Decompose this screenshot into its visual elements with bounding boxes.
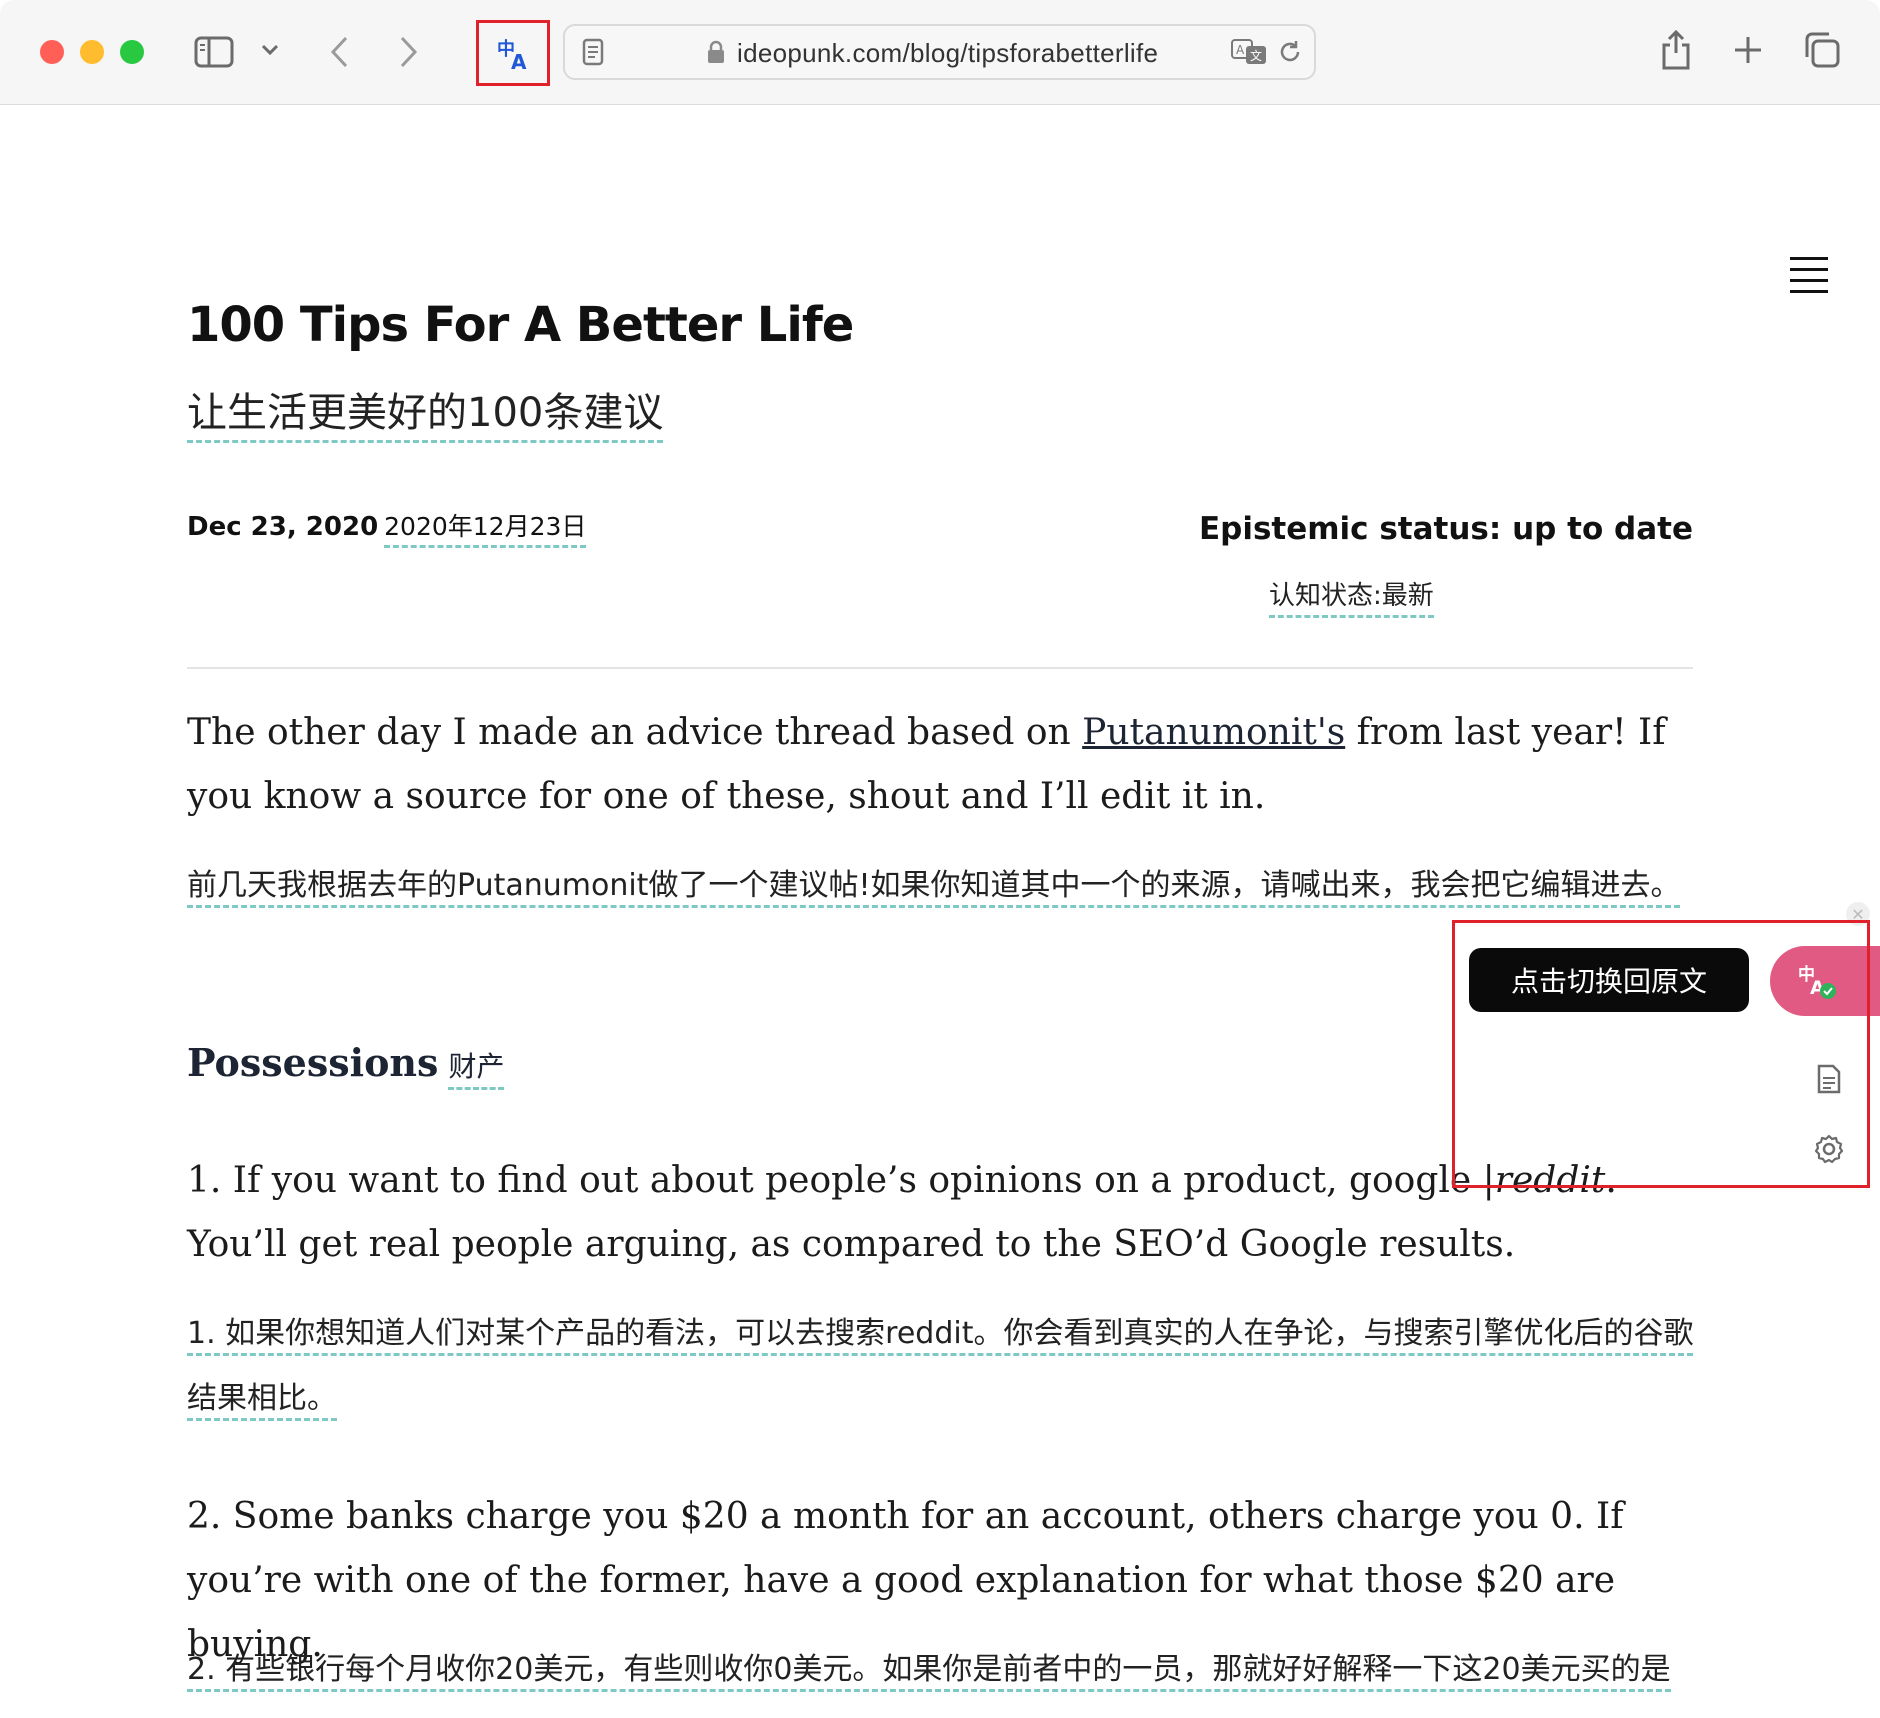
new-tab-icon[interactable] <box>1730 32 1766 68</box>
section-heading-possessions: Possessions 财产 <box>187 1040 505 1090</box>
back-arrow-icon[interactable] <box>324 32 354 72</box>
address-bar[interactable]: ideopunk.com/blog/tipsforabetterlife A文 <box>563 24 1316 80</box>
url-text[interactable]: ideopunk.com/blog/tipsforabetterlife <box>737 38 1158 69</box>
post-date: Dec 23, 2020 2020年12月23日 <box>187 507 587 548</box>
minimize-window-button[interactable] <box>80 40 104 64</box>
maximize-window-button[interactable] <box>120 40 144 64</box>
browser-toolbar: 中A ideopunk.com/blog/tipsforabetterlife … <box>0 0 1880 105</box>
tab-overview-icon[interactable] <box>1802 30 1842 70</box>
translate-extension-highlight <box>476 20 550 86</box>
reload-icon[interactable] <box>1275 36 1305 68</box>
chevron-down-icon[interactable] <box>258 38 282 62</box>
tip-2-translation: 2. 有些银行每个月收你20美元，有些则收你0美元。如果你是前者中的一员，那就好… <box>187 1637 1697 1718</box>
intro-translation: 前几天我根据去年的Putanumonit做了一个建议帖!如果你知道其中一个的来源… <box>187 853 1697 918</box>
page-content: 100 Tips For A Better Life 让生活更美好的100条建议… <box>0 105 1880 1718</box>
sidebar-toggle-icon[interactable] <box>193 32 235 72</box>
epistemic-status-translation: 认知状态:最新 <box>1269 575 1434 618</box>
tip-1-translation: 1. 如果你想知道人们对某个产品的看法，可以去搜索reddit。你会看到真实的人… <box>187 1301 1697 1431</box>
lock-icon <box>705 38 727 66</box>
reader-page-icon[interactable] <box>579 36 607 68</box>
svg-text:A: A <box>1236 43 1245 57</box>
putanumonit-link[interactable]: Putanumonit's <box>1082 712 1345 753</box>
floating-panel-highlight <box>1452 920 1870 1188</box>
page-title: 100 Tips For A Better Life <box>187 297 854 353</box>
browser-window: 中A ideopunk.com/blog/tipsforabetterlife … <box>0 0 1880 1718</box>
divider <box>187 667 1693 669</box>
close-window-button[interactable] <box>40 40 64 64</box>
translate-page-icon[interactable]: A文 <box>1229 36 1269 68</box>
share-icon[interactable] <box>1656 26 1696 74</box>
epistemic-status: Epistemic status: up to date <box>1198 511 1693 547</box>
svg-text:文: 文 <box>1250 48 1262 63</box>
intro-paragraph: The other day I made an advice thread ba… <box>187 712 1666 817</box>
forward-arrow-icon[interactable] <box>394 32 424 72</box>
hamburger-menu-icon[interactable] <box>1790 257 1828 301</box>
post-date-translation: 2020年12月23日 <box>384 512 587 548</box>
page-title-translation: 让生活更美好的100条建议 <box>187 380 664 443</box>
section-heading-translation: 财产 <box>448 1050 505 1090</box>
